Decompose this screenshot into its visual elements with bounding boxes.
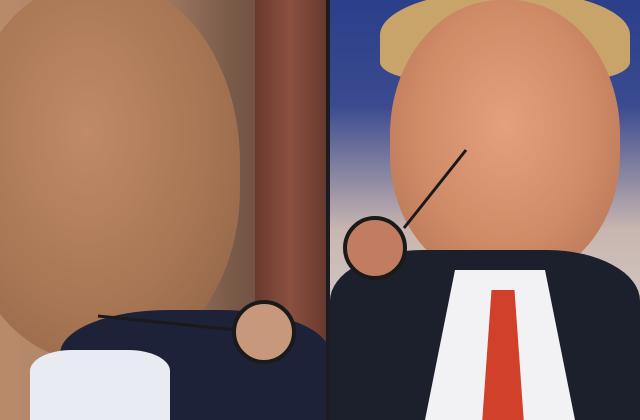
right-photo-panel xyxy=(330,0,640,420)
skin-tone-comparison-image xyxy=(0,0,640,420)
left-face xyxy=(0,0,240,360)
left-skin-swatch xyxy=(232,300,296,364)
right-face xyxy=(390,0,620,280)
left-shirt-collar xyxy=(30,350,170,420)
right-skin-swatch xyxy=(343,216,407,280)
